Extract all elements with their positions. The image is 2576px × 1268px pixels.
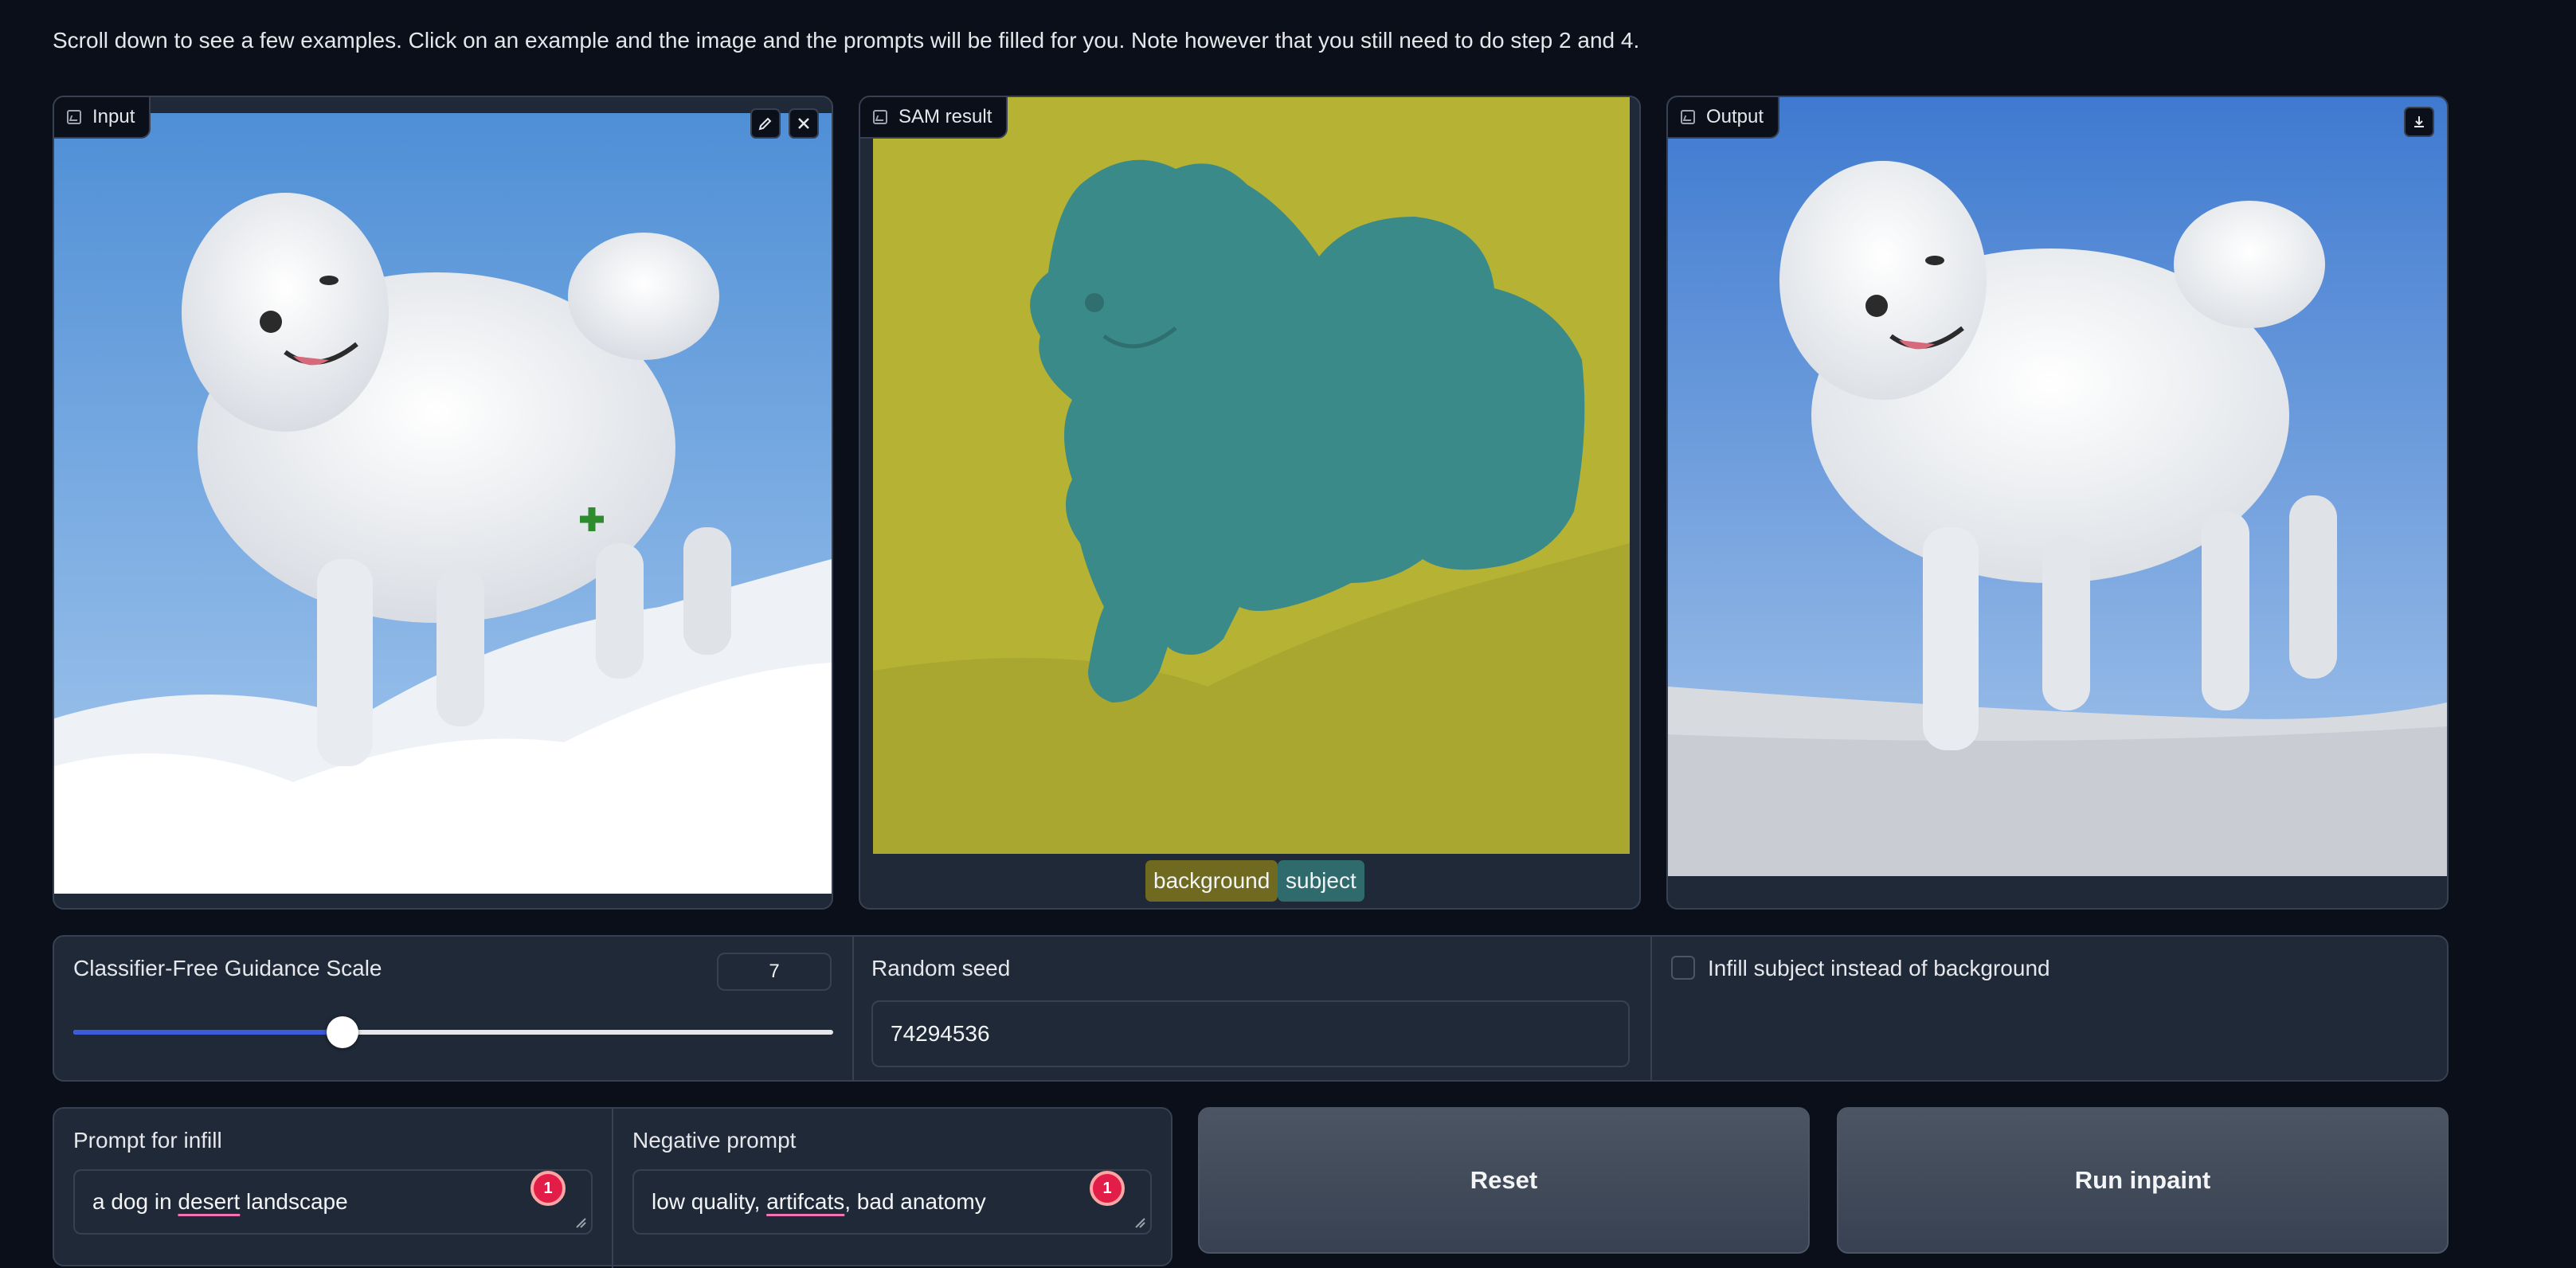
- infill-subject-checkbox[interactable]: [1671, 956, 1695, 980]
- edit-icon[interactable]: [750, 108, 781, 139]
- error-badge[interactable]: 1: [1090, 1171, 1125, 1206]
- image-icon: [67, 110, 81, 124]
- infill-subject-label: Infill subject instead of background: [1708, 956, 2050, 980]
- run-inpaint-button[interactable]: Run inpaint: [1837, 1107, 2449, 1254]
- slider-thumb[interactable]: [327, 1016, 358, 1048]
- sam-result-panel: SAM result background subject: [859, 96, 1641, 910]
- cfg-number-input[interactable]: 7: [717, 953, 832, 991]
- cfg-label: Classifier-Free Guidance Scale: [73, 956, 382, 980]
- input-panel-label: Input: [54, 97, 151, 139]
- controls-row: Classifier-Free Guidance Scale 7 Random …: [53, 935, 2449, 1082]
- output-image-panel: Output: [1666, 96, 2449, 910]
- reset-button[interactable]: Reset: [1198, 1107, 1810, 1254]
- sam-result-image: [873, 97, 1630, 854]
- input-image[interactable]: [54, 113, 832, 894]
- output-panel-label: Output: [1668, 97, 1780, 139]
- seed-input[interactable]: 74294536: [871, 1000, 1630, 1067]
- legend-background: background: [1145, 860, 1278, 902]
- error-badge[interactable]: 1: [530, 1171, 566, 1206]
- seed-label: Random seed: [871, 956, 1011, 980]
- instructions-text: Scroll down to see a few examples. Click…: [53, 28, 1640, 53]
- divider: [612, 1109, 613, 1268]
- legend-subject: subject: [1278, 860, 1364, 902]
- image-icon: [873, 110, 887, 124]
- sam-panel-label: SAM result: [860, 97, 1008, 139]
- input-image-panel: Input: [53, 96, 833, 910]
- misspelled-word: desert: [178, 1189, 241, 1214]
- prompts-block: Prompt for infill a dog in desert landsc…: [53, 1107, 1173, 1268]
- infill-prompt-input[interactable]: a dog in desert landscape: [73, 1169, 593, 1235]
- divider: [852, 937, 854, 1080]
- infill-prompt-label: Prompt for infill: [73, 1128, 222, 1153]
- image-icon: [1681, 110, 1695, 124]
- close-icon[interactable]: [789, 108, 819, 139]
- resize-handle-icon[interactable]: [575, 1217, 586, 1228]
- misspelled-word: artifcats: [766, 1189, 845, 1214]
- slider-fill: [73, 1030, 344, 1035]
- download-icon[interactable]: [2404, 107, 2434, 137]
- negative-prompt-label: Negative prompt: [632, 1128, 797, 1153]
- divider: [1650, 937, 1652, 1080]
- output-image: [1668, 97, 2447, 876]
- negative-prompt-input[interactable]: low quality, artifcats , bad anatomy: [632, 1169, 1152, 1235]
- resize-handle-icon[interactable]: [1134, 1217, 1145, 1228]
- cfg-slider[interactable]: [73, 1016, 833, 1048]
